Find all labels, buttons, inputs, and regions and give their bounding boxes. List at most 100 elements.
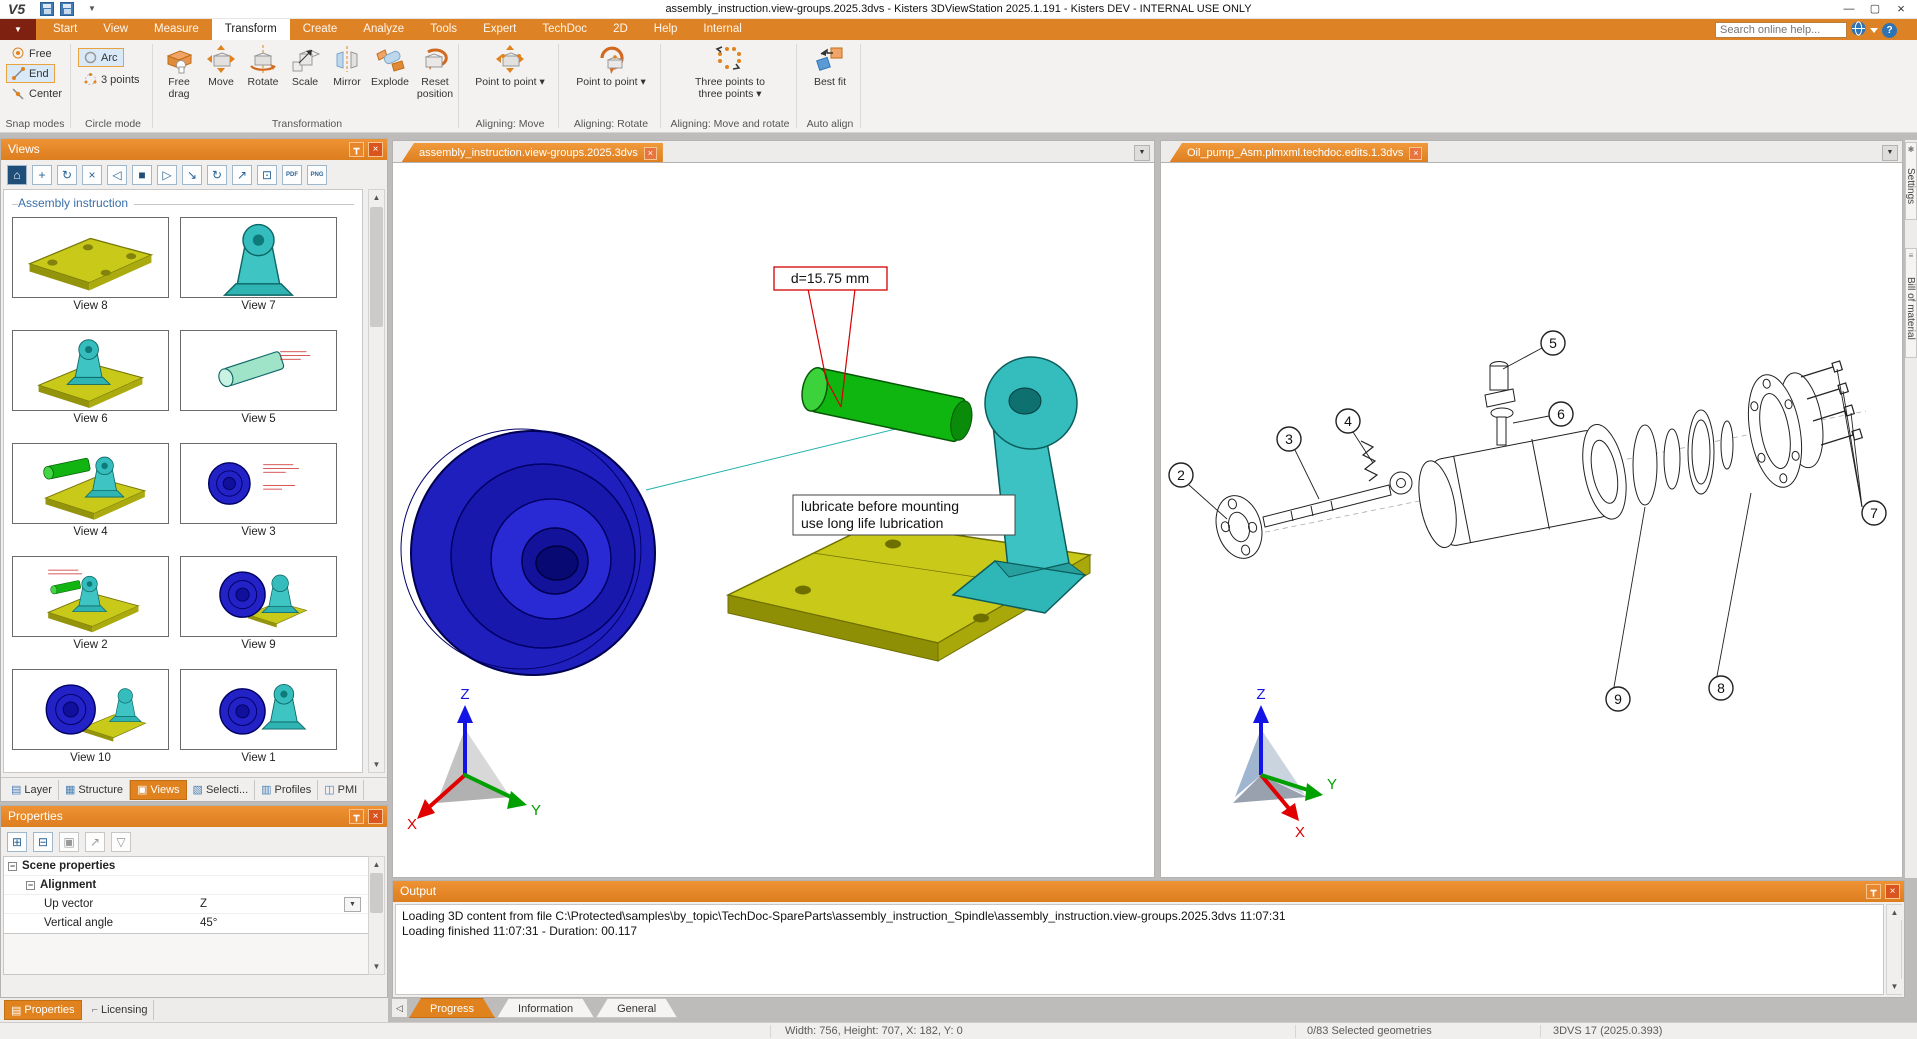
delete-view-icon[interactable]: ×	[82, 165, 102, 185]
tab-view[interactable]: View	[90, 19, 141, 40]
tab-list-dropdown-icon[interactable]: ▼	[1134, 145, 1150, 161]
tab-help[interactable]: Help	[641, 19, 691, 40]
scroll-up-icon[interactable]: ▲	[369, 857, 384, 872]
tab-transform[interactable]: Transform	[212, 19, 290, 40]
copy-icon[interactable]: ▣	[59, 832, 79, 852]
view-thumbnail[interactable]	[180, 330, 337, 411]
views-group-label[interactable]: Assembly instruction	[18, 196, 134, 210]
tab-create[interactable]: Create	[290, 19, 351, 40]
tab-2d[interactable]: 2D	[600, 19, 641, 40]
view-thumbnail[interactable]	[12, 669, 169, 750]
tree-node-alignment[interactable]: −Alignment	[4, 876, 368, 895]
view-label[interactable]: View 5	[180, 413, 337, 425]
pin-icon[interactable]: ┳	[349, 809, 364, 824]
tab-measure[interactable]: Measure	[141, 19, 212, 40]
output-log[interactable]: Loading 3D content from file C:\Protecte…	[395, 904, 1884, 995]
view-thumbnail[interactable]	[180, 669, 337, 750]
application-menu-button[interactable]: ▼	[0, 19, 36, 40]
view-thumbnail[interactable]	[12, 330, 169, 411]
export-pdf-icon[interactable]: PDF	[282, 165, 302, 185]
tab-licensing[interactable]: ⌐Licensing	[86, 1000, 155, 1020]
collapse-all-icon[interactable]: ⊟	[33, 832, 53, 852]
vertical-angle-value[interactable]: 45°	[200, 914, 217, 933]
export-icon[interactable]: ↗	[85, 832, 105, 852]
view-thumbnail[interactable]	[180, 443, 337, 524]
view-thumbnail[interactable]	[12, 217, 169, 298]
search-options-caret-icon[interactable]	[1870, 28, 1878, 33]
close-panel-icon[interactable]: ×	[368, 142, 383, 157]
tab-list-dropdown-icon[interactable]: ▼	[1882, 145, 1898, 161]
tab-progress[interactable]: Progress	[409, 998, 495, 1018]
pin-icon[interactable]: ┳	[349, 142, 364, 157]
add-view-icon[interactable]: +	[32, 165, 52, 185]
pin-icon[interactable]: ┳	[1866, 884, 1881, 899]
point-to-point-move-button[interactable]: Point to point ▾	[470, 44, 550, 88]
view-label[interactable]: View 7	[180, 300, 337, 312]
scroll-down-icon[interactable]: ▼	[369, 959, 384, 974]
free-drag-button[interactable]: Free drag	[158, 44, 200, 100]
tab-techdoc[interactable]: TechDoc	[529, 19, 600, 40]
scroll-tabs-left-icon[interactable]: ◁	[392, 999, 407, 1017]
view-label[interactable]: View 6	[12, 413, 169, 425]
tab-bill-of-material[interactable]: ≡ Bill of material	[1905, 248, 1917, 358]
close-tab-icon[interactable]: ×	[1409, 147, 1422, 160]
tab-layer[interactable]: ▤Layer	[5, 780, 59, 800]
rotate-button[interactable]: Rotate	[242, 44, 284, 88]
tab-selections[interactable]: ▧Selecti...	[187, 780, 256, 800]
up-vector-dropdown-icon[interactable]: ▼	[344, 897, 361, 912]
minimize-button[interactable]: —	[1837, 1, 1861, 17]
right-viewport-tab[interactable]: Oil_pump_Asm.plmxml.techdoc.edits.1.3dvs…	[1169, 143, 1428, 163]
view-thumbnail[interactable]	[12, 556, 169, 637]
stop-animation-icon[interactable]: ■	[132, 165, 152, 185]
right-viewport-canvas[interactable]: 2 3 4 5 6 7 8 9 Z X Y	[1160, 162, 1903, 878]
snap-center-button[interactable]: Center	[6, 84, 68, 103]
tab-profiles[interactable]: ▥Profiles	[255, 780, 318, 800]
apply-view-icon[interactable]: ↘	[182, 165, 202, 185]
scale-button[interactable]: Scale	[284, 44, 326, 88]
previous-view-icon[interactable]: ◁	[107, 165, 127, 185]
tab-start[interactable]: Start	[40, 19, 90, 40]
export-view-icon[interactable]: ↗	[232, 165, 252, 185]
view-thumbnail[interactable]	[12, 443, 169, 524]
online-help-globe-icon[interactable]	[1851, 21, 1866, 39]
properties-scrollbar[interactable]: ▲ ▼	[368, 856, 385, 975]
point-to-point-rotate-button[interactable]: Point to point ▾	[571, 44, 651, 88]
view-label[interactable]: View 3	[180, 526, 337, 538]
view-label[interactable]: View 2	[12, 639, 169, 651]
best-fit-button[interactable]: Best fit	[806, 44, 854, 88]
view-thumbnail[interactable]	[180, 217, 337, 298]
three-points-circle-button[interactable]: 3 points	[78, 70, 146, 89]
camera-view-icon[interactable]: ⌂	[7, 165, 27, 185]
view-thumbnail[interactable]	[180, 556, 337, 637]
help-icon[interactable]: ?	[1882, 23, 1897, 38]
view-label[interactable]: View 4	[12, 526, 169, 538]
tab-information[interactable]: Information	[497, 998, 594, 1018]
expand-all-icon[interactable]: ⊞	[7, 832, 27, 852]
output-scrollbar[interactable]: ▲ ▼	[1886, 904, 1902, 995]
tab-structure[interactable]: ▦Structure	[59, 780, 130, 800]
import-view-icon[interactable]: ⊡	[257, 165, 277, 185]
scroll-down-icon[interactable]: ▼	[1887, 979, 1902, 994]
reset-position-button[interactable]: Reset position	[412, 44, 458, 100]
view-label[interactable]: View 1	[180, 752, 337, 764]
snap-free-button[interactable]: Free	[6, 44, 58, 63]
scroll-up-icon[interactable]: ▲	[369, 190, 384, 205]
view-label[interactable]: View 8	[12, 300, 169, 312]
close-panel-icon[interactable]: ×	[368, 809, 383, 824]
tab-properties[interactable]: ▤Properties	[4, 1000, 82, 1020]
left-viewport-canvas[interactable]: d=15.75 mm lubricate before mounting use…	[392, 162, 1155, 878]
close-panel-icon[interactable]: ×	[1885, 884, 1900, 899]
export-png-icon[interactable]: PNG	[307, 165, 327, 185]
tab-general[interactable]: General	[596, 998, 677, 1018]
filter-icon[interactable]: ▽	[111, 832, 131, 852]
up-vector-value[interactable]: Z	[200, 895, 207, 914]
tab-settings[interactable]: ✱ Settings	[1905, 142, 1917, 220]
tab-expert[interactable]: Expert	[470, 19, 529, 40]
move-button[interactable]: Move	[200, 44, 242, 88]
tab-analyze[interactable]: Analyze	[350, 19, 417, 40]
maximize-button[interactable]: ▢	[1863, 1, 1887, 17]
view-label[interactable]: View 9	[180, 639, 337, 651]
tab-views[interactable]: ▣Views	[130, 780, 187, 800]
tab-pmi[interactable]: ◫PMI	[318, 780, 364, 800]
view-label[interactable]: View 10	[12, 752, 169, 764]
